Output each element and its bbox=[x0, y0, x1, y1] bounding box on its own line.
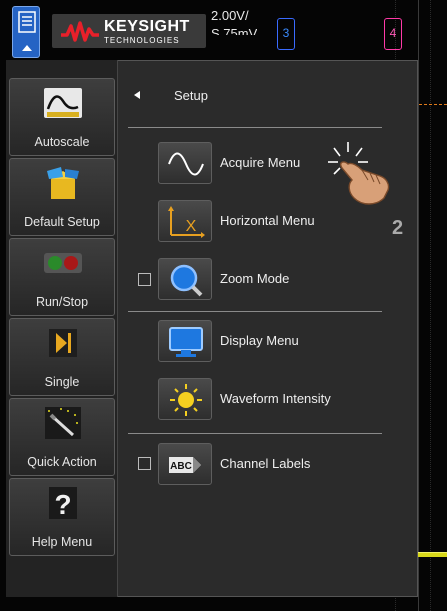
acquire-menu-label: Acquire Menu bbox=[220, 155, 301, 170]
default-setup-icon bbox=[47, 167, 79, 199]
menu-list-icon bbox=[18, 11, 36, 33]
channel-labels-label: Channel Labels bbox=[220, 456, 311, 471]
single-button[interactable]: Single bbox=[9, 318, 115, 396]
horizontal-axis-icon: X bbox=[168, 206, 205, 238]
run-stop-label: Run/Stop bbox=[35, 295, 89, 309]
quick-action-icon bbox=[45, 407, 81, 439]
zoom-mode-label: Zoom Mode bbox=[220, 271, 290, 286]
zoom-icon-tile bbox=[158, 258, 212, 300]
display-menu-label: Display Menu bbox=[220, 333, 299, 348]
tap-hand-icon bbox=[328, 142, 390, 205]
orange-trace bbox=[414, 104, 447, 105]
svg-text:X: X bbox=[186, 218, 197, 235]
help-menu-button[interactable]: ? Help Menu bbox=[9, 478, 115, 556]
autoscale-label: Autoscale bbox=[34, 135, 90, 149]
sun-icon bbox=[170, 384, 202, 416]
step-number: 2 bbox=[392, 217, 404, 239]
help-icon: ? bbox=[49, 487, 77, 520]
grid-line bbox=[430, 0, 431, 611]
divider bbox=[128, 127, 382, 128]
yellow-trace bbox=[414, 552, 447, 557]
main-menu-button[interactable] bbox=[12, 6, 40, 58]
svg-text:?: ? bbox=[54, 489, 71, 520]
autoscale-button[interactable]: Autoscale bbox=[9, 78, 115, 156]
single-icon bbox=[49, 329, 77, 357]
default-setup-label: Default Setup bbox=[24, 215, 100, 229]
brand-name: KEYSIGHT bbox=[104, 18, 190, 35]
brand-subtitle: TECHNOLOGIES bbox=[104, 36, 180, 45]
channel-offset: S 75mV bbox=[211, 26, 258, 35]
sine-wave-icon bbox=[168, 152, 204, 176]
label-tag-icon: ABC bbox=[169, 457, 201, 473]
horizontal-icon-tile: X bbox=[158, 200, 212, 242]
channel-labels-checkbox[interactable] bbox=[138, 457, 151, 470]
channel-3-button[interactable]: 3 bbox=[277, 18, 295, 50]
quick-action-label: Quick Action bbox=[27, 455, 97, 469]
magnifier-icon bbox=[170, 264, 203, 297]
horizontal-menu-label: Horizontal Menu bbox=[220, 213, 315, 228]
single-label: Single bbox=[44, 375, 80, 389]
intensity-icon-tile bbox=[158, 378, 212, 420]
svg-text:ABC: ABC bbox=[170, 461, 192, 472]
divider bbox=[128, 433, 382, 434]
monitor-icon bbox=[169, 327, 203, 357]
channel-labels-icon-tile: ABC bbox=[158, 443, 212, 485]
setup-title: Setup bbox=[174, 88, 208, 103]
divider bbox=[128, 311, 382, 312]
menu-up-arrow-icon bbox=[22, 45, 32, 51]
left-button-column: Autoscale Default Setup Run/Stop Single bbox=[6, 60, 118, 597]
panel-edge bbox=[418, 0, 419, 611]
top-bar: KEYSIGHT TECHNOLOGIES 2.00V/ S 75mV 3 4 bbox=[0, 0, 447, 60]
default-setup-button[interactable]: Default Setup bbox=[9, 158, 115, 236]
channel-4-button[interactable]: 4 bbox=[384, 18, 402, 50]
acquire-icon-tile bbox=[158, 142, 212, 184]
run-stop-icon bbox=[44, 253, 82, 273]
keysight-wave-icon bbox=[61, 21, 99, 42]
zoom-mode-checkbox[interactable] bbox=[138, 273, 151, 286]
keysight-logo: KEYSIGHT TECHNOLOGIES bbox=[52, 14, 206, 48]
back-arrow-icon[interactable] bbox=[134, 91, 140, 99]
run-stop-button[interactable]: Run/Stop bbox=[9, 238, 115, 316]
waveform-intensity-label: Waveform Intensity bbox=[220, 391, 331, 406]
channel-scale: 2.00V/ bbox=[211, 8, 249, 23]
help-menu-label: Help Menu bbox=[31, 535, 93, 549]
quick-action-button[interactable]: Quick Action bbox=[9, 398, 115, 476]
autoscale-icon bbox=[44, 88, 82, 118]
display-icon-tile bbox=[158, 320, 212, 362]
